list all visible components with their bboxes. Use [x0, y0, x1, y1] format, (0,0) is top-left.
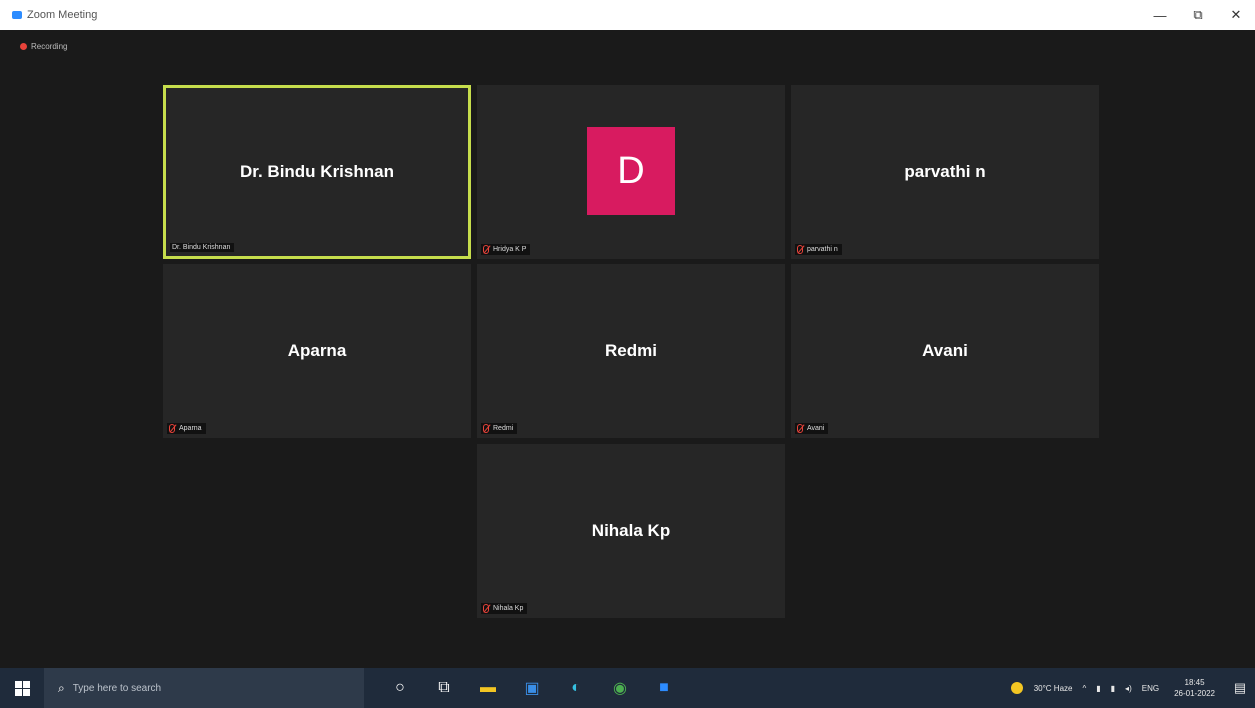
system-tray: 30°C Haze ^ ▮ ▮ ◂) ENG 18:45 26-01-2022 … — [1010, 668, 1255, 708]
participant-avatar: D — [587, 127, 675, 215]
network-icon[interactable]: ▮ — [1096, 684, 1100, 693]
participant-tile[interactable]: Aparna Aparna — [163, 264, 471, 438]
file-explorer-icon[interactable]: ▬ — [466, 668, 510, 708]
window-titlebar: Zoom Meeting — ⧉ ✕ — [0, 0, 1255, 30]
notification-center-icon[interactable]: ▤ — [1225, 680, 1255, 696]
participant-name-label: Avani — [795, 423, 829, 434]
participant-tile[interactable]: Redmi Redmi — [477, 264, 785, 438]
restore-button[interactable]: ⧉ — [1179, 0, 1217, 30]
recording-indicator[interactable]: Recording — [20, 42, 67, 51]
participant-display-name: Dr. Bindu Krishnan — [240, 162, 394, 181]
muted-mic-icon — [169, 424, 175, 433]
muted-mic-icon — [797, 245, 803, 254]
search-icon: ⌕ — [58, 680, 65, 695]
participant-label-text: parvathi n — [807, 246, 838, 253]
clock-date: 26-01-2022 — [1174, 689, 1215, 698]
participant-label-text: Hridya K P — [493, 246, 527, 253]
recording-label: Recording — [31, 42, 68, 51]
meeting-gallery-view: Recording Dr. Bindu Krishnan Dr. Bindu K… — [8, 30, 1255, 668]
windows-taskbar: ⌕ Type here to search ○ ⧉ ▬ ▣ ◐ ◉ ■ 30°C… — [0, 668, 1255, 708]
participant-tile[interactable]: Nihala Kp Nihala Kp — [477, 444, 785, 618]
participant-display-name: Avani — [922, 341, 968, 360]
store-icon[interactable]: ▣ — [510, 668, 554, 708]
recording-dot-icon — [20, 43, 27, 50]
participant-name-label: Redmi — [481, 423, 518, 434]
taskbar-clock[interactable]: 18:45 26-01-2022 — [1174, 677, 1215, 699]
start-button[interactable] — [0, 668, 44, 708]
zoom-app-icon — [12, 11, 22, 19]
cortana-icon[interactable]: ○ — [378, 668, 422, 708]
minimize-button[interactable]: — — [1141, 0, 1179, 30]
close-button[interactable]: ✕ — [1217, 0, 1255, 30]
chrome-icon[interactable]: ◉ — [598, 668, 642, 708]
task-view-icon[interactable]: ⧉ — [422, 668, 466, 708]
zoom-icon[interactable]: ■ — [642, 668, 686, 708]
muted-mic-icon — [797, 424, 803, 433]
windows-logo-icon — [14, 680, 30, 696]
muted-mic-icon — [483, 424, 489, 433]
participant-label-text: Aparna — [179, 425, 202, 432]
weather-text[interactable]: 30°C Haze — [1034, 684, 1073, 693]
participant-tile[interactable]: D Hridya K P — [477, 85, 785, 259]
search-placeholder: Type here to search — [72, 682, 162, 694]
window-title: Zoom Meeting — [27, 9, 98, 21]
participant-name-label: Aparna — [167, 423, 206, 434]
participant-display-name: parvathi n — [904, 162, 986, 181]
participant-display-name: Redmi — [605, 341, 657, 360]
participant-name-label: parvathi n — [795, 244, 842, 255]
language-indicator[interactable]: ENG — [1142, 684, 1159, 693]
clock-time: 18:45 — [1184, 678, 1205, 687]
participant-name-label: Nihala Kp — [481, 603, 528, 614]
taskbar-search-box[interactable]: ⌕ Type here to search — [44, 668, 364, 708]
muted-mic-icon — [483, 245, 489, 254]
muted-mic-icon — [483, 604, 489, 613]
volume-icon[interactable]: ◂) — [1125, 684, 1132, 693]
participant-tile[interactable]: parvathi n parvathi n — [791, 85, 1099, 259]
taskbar-apps: ○ ⧉ ▬ ▣ ◐ ◉ ■ — [378, 668, 686, 708]
participant-label-text: Avani — [807, 425, 825, 432]
microphone-icon: ▮ — [1110, 683, 1116, 693]
participant-name-label: Dr. Bindu Krishnan — [170, 243, 235, 252]
participant-display-name: Nihala Kp — [591, 521, 671, 540]
edge-icon[interactable]: ◐ — [554, 668, 598, 708]
weather-sun-icon — [1010, 682, 1023, 694]
participant-tile[interactable]: Avani Avani — [791, 264, 1099, 438]
participant-display-name: Aparna — [287, 341, 347, 360]
participant-tile[interactable]: Dr. Bindu Krishnan Dr. Bindu Krishnan — [163, 85, 471, 259]
tray-chevron-icon[interactable]: ^ — [1082, 684, 1086, 693]
participant-label-text: Nihala Kp — [493, 605, 524, 612]
participant-name-label: Hridya K P — [481, 244, 531, 255]
participant-label-text: Dr. Bindu Krishnan — [172, 244, 231, 251]
window-controls: — ⧉ ✕ — [1141, 0, 1255, 30]
participant-label-text: Redmi — [493, 425, 514, 432]
